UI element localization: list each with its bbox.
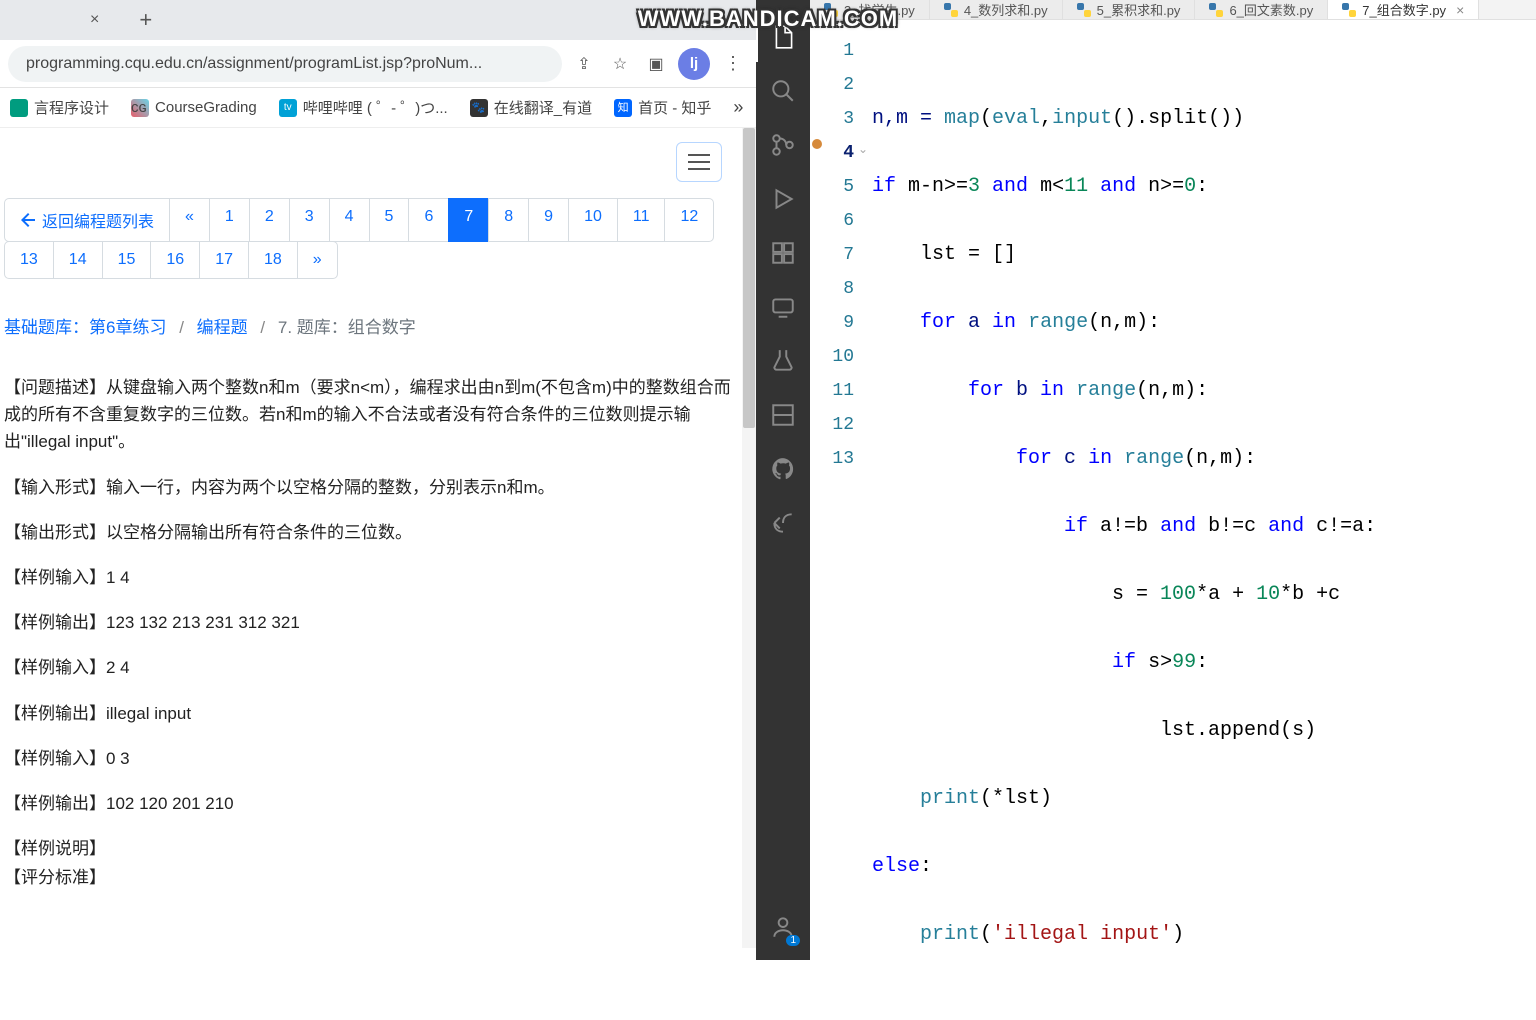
page-15[interactable]: 15 [102, 241, 152, 279]
breadcrumb: 基础题库：第6章练习 / 编程题 / 7. 题库：组合数字 [4, 313, 746, 338]
code-content[interactable]: ⌄ n,m = map(eval,input().split()) if m-n… [872, 20, 1376, 1020]
hamburger-menu[interactable] [676, 142, 722, 182]
page-8[interactable]: 8 [488, 198, 529, 242]
sample-input-2: 【样例输入】2 4 [4, 654, 746, 681]
breadcrumb-current: 7. 题库：组合数字 [278, 318, 416, 337]
source-control-icon[interactable] [756, 120, 810, 170]
sample-output-1: 【样例输出】123 132 213 231 312 321 [4, 609, 746, 636]
arrow-left-icon [20, 212, 36, 228]
accounts-icon[interactable]: 1 [756, 902, 810, 952]
vscode-pane: 1 文件(F) 编辑(E) 选择(S) 查看(V) 转到(G) 运行(R) 7_… [756, 0, 1536, 960]
warning-dot-icon [812, 139, 822, 149]
grading-criteria: 【评分标准】 [4, 864, 746, 891]
page-3[interactable]: 3 [289, 198, 330, 242]
scrollbar-track[interactable] [742, 128, 756, 948]
gutter [810, 20, 826, 1020]
fold-chevron-icon[interactable]: ⌄ [858, 133, 868, 167]
page-1[interactable]: 1 [209, 198, 250, 242]
page-7[interactable]: 7 [448, 198, 489, 242]
page-9[interactable]: 9 [528, 198, 569, 242]
address-bar: programming.cqu.edu.cn/assignment/progra… [0, 40, 756, 88]
sample-note: 【样例说明】 [4, 835, 746, 862]
split-view-icon[interactable]: ▣ [642, 50, 670, 78]
url-field[interactable]: programming.cqu.edu.cn/assignment/progra… [8, 46, 562, 82]
page-14[interactable]: 14 [53, 241, 103, 279]
page-16[interactable]: 16 [150, 241, 200, 279]
profile-avatar[interactable]: lj [678, 48, 710, 80]
activity-bar: 1 [756, 0, 810, 960]
accounts-badge: 1 [786, 935, 800, 946]
share-icon[interactable] [756, 498, 810, 548]
share-icon[interactable]: ⇪ [570, 50, 598, 78]
problem-description: 【问题描述】从键盘输入两个整数n和m（要求n<m），编程求出由n到m(不包含m)… [4, 374, 746, 456]
output-format: 【输出形式】以空格分隔输出所有符合条件的三位数。 [4, 519, 746, 546]
page-17[interactable]: 17 [199, 241, 249, 279]
page-2[interactable]: 2 [249, 198, 290, 242]
breadcrumb-chapter[interactable]: 基础题库：第6章练习 [4, 318, 166, 337]
layout-icon[interactable] [756, 390, 810, 440]
new-tab-button[interactable]: + [129, 5, 162, 35]
run-debug-icon[interactable] [756, 174, 810, 224]
page-18[interactable]: 18 [248, 241, 298, 279]
remote-icon[interactable] [756, 282, 810, 332]
extensions-icon[interactable] [756, 228, 810, 278]
input-format: 【输入形式】输入一行，内容为两个以空格分隔的整数，分别表示n和m。 [4, 474, 746, 501]
page-4[interactable]: 4 [329, 198, 370, 242]
tab-4[interactable]: 4_数列求和.py [930, 0, 1063, 19]
sample-input-3: 【样例输入】0 3 [4, 745, 746, 772]
bookmark-star-icon[interactable]: ☆ [606, 50, 634, 78]
bookmark-item[interactable]: tv哔哩哔哩 ( ゜- ゜)つ... [279, 97, 448, 118]
breadcrumb-type[interactable]: 编程题 [197, 318, 248, 337]
pagination: 返回编程题列表 « 1 2 3 4 5 6 7 8 9 10 11 12 [4, 198, 746, 279]
close-tab-icon[interactable]: × [80, 5, 109, 35]
bandicam-watermark: WWW.BANDICAM.COM [638, 6, 898, 32]
page-13[interactable]: 13 [4, 241, 54, 279]
search-icon[interactable] [756, 66, 810, 116]
page-10[interactable]: 10 [568, 198, 618, 242]
tab-7-active[interactable]: 7_组合数字.py× [1328, 0, 1479, 19]
github-icon[interactable] [756, 444, 810, 494]
scrollbar-thumb[interactable] [743, 128, 755, 428]
return-to-list-button[interactable]: 返回编程题列表 [4, 198, 170, 242]
code-editor[interactable]: 1 2 3 4 5 6 7 8 9 10 11 12 13 ⌄ n,m = ma… [810, 20, 1536, 1020]
page-content: 返回编程题列表 « 1 2 3 4 5 6 7 8 9 10 11 12 [0, 128, 756, 960]
sample-output-3: 【样例输出】102 120 201 210 [4, 790, 746, 817]
page-12[interactable]: 12 [664, 198, 714, 242]
bookmark-item[interactable]: 言程序设计 [10, 97, 109, 118]
bookmarks-more-icon[interactable]: » [733, 97, 743, 118]
page-11[interactable]: 11 [617, 198, 666, 242]
python-icon [944, 3, 958, 17]
python-icon [1077, 3, 1091, 17]
python-icon [1209, 3, 1223, 17]
bookmarks-bar: 言程序设计 ᴄɢCourseGrading tv哔哩哔哩 ( ゜- ゜)つ...… [0, 88, 756, 128]
testing-icon[interactable] [756, 336, 810, 386]
editor-tabs: 3_找学生.py 4_数列求和.py 5_累积求和.py 6_回文素数.py 7… [810, 0, 1536, 20]
bookmark-item[interactable]: 🐾在线翻译_有道 [470, 97, 592, 118]
sample-input-1: 【样例输入】1 4 [4, 564, 746, 591]
problem-body: 【问题描述】从键盘输入两个整数n和m（要求n<m），编程求出由n到m(不包含m)… [4, 374, 746, 891]
tab-5[interactable]: 5_累积求和.py [1063, 0, 1196, 19]
line-numbers: 1 2 3 4 5 6 7 8 9 10 11 12 13 [826, 20, 872, 1020]
page-6[interactable]: 6 [408, 198, 449, 242]
python-icon [1342, 3, 1356, 17]
browser-menu-icon[interactable]: ⋮ [718, 53, 748, 74]
browser-pane: × + ⌄ programming.cqu.edu.cn/assignment/… [0, 0, 756, 960]
bookmark-item[interactable]: ᴄɢCourseGrading [131, 99, 257, 117]
page-next[interactable]: » [297, 241, 338, 279]
tab-6[interactable]: 6_回文素数.py [1195, 0, 1328, 19]
bookmark-item[interactable]: 知首页 - 知乎 [614, 97, 711, 118]
close-tab-icon[interactable]: × [1456, 2, 1464, 18]
page-prev[interactable]: « [169, 198, 210, 242]
editor-main: 文件(F) 编辑(E) 选择(S) 查看(V) 转到(G) 运行(R) 7_组合… [810, 0, 1536, 960]
page-5[interactable]: 5 [369, 198, 410, 242]
sample-output-2: 【样例输出】illegal input [4, 700, 746, 727]
